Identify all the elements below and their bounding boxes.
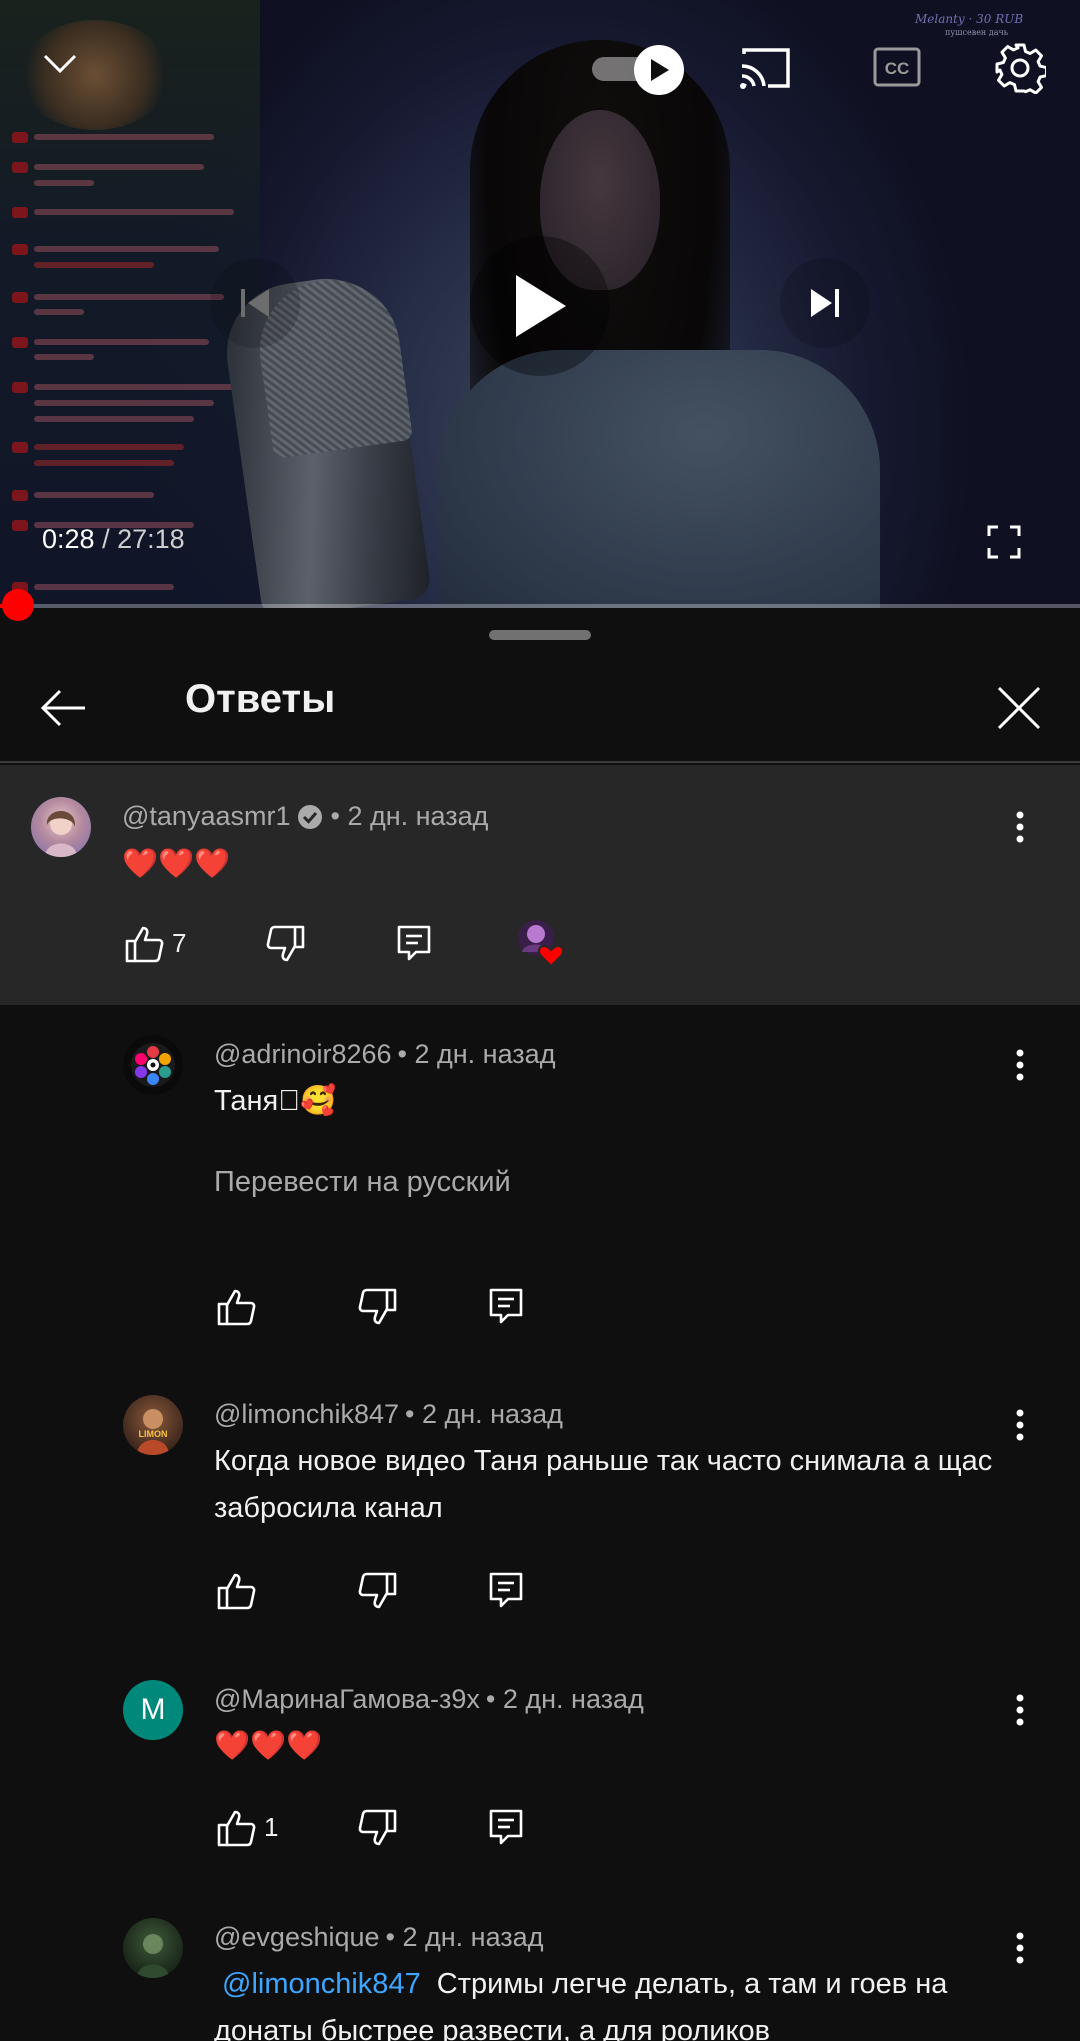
back-arrow-icon[interactable] (36, 681, 90, 735)
avatar[interactable] (123, 1035, 183, 1095)
comment-author[interactable]: @evgeshique (214, 1922, 380, 1953)
drag-handle[interactable] (489, 630, 591, 640)
comment-text: Когда новое видео Таня раньше так часто … (214, 1445, 993, 1524)
comment-author[interactable]: @limonchik847 (214, 1399, 399, 1430)
comment-author[interactable]: @МаринаГамова-з9х (214, 1684, 480, 1715)
fullscreen-icon[interactable] (984, 522, 1024, 562)
comment-time: • 2 дн. назад (405, 1399, 563, 1429)
reply-icon[interactable] (482, 1567, 530, 1615)
captions-icon[interactable]: CC (870, 44, 924, 90)
comment-actions: 1 (212, 1804, 542, 1852)
comment-actions (212, 1283, 542, 1331)
settings-gear-icon[interactable] (992, 40, 1048, 96)
autoplay-toggle[interactable] (592, 45, 684, 95)
next-icon[interactable] (780, 258, 870, 348)
like-icon[interactable] (120, 920, 168, 968)
dislike-icon[interactable] (354, 1804, 402, 1852)
reply-item: M @МаринаГамова-з9х • 2 дн. назад ❤️❤️❤️… (0, 1650, 1080, 1880)
svg-text:LIMON: LIMON (139, 1429, 168, 1439)
comment-actions: 7 (120, 920, 580, 968)
comment-author[interactable]: @tanyaasmr1 (122, 801, 290, 832)
comment-time: • 2 дн. назад (385, 1922, 544, 1952)
avatar[interactable] (123, 1918, 183, 1978)
svg-text:CC: CC (885, 59, 910, 78)
reply-icon[interactable] (482, 1804, 530, 1852)
more-options-icon[interactable] (1000, 1405, 1040, 1445)
verified-check-icon (298, 804, 323, 829)
time-display: 0:28 / 27:18 (42, 524, 185, 554)
progress-scrubber[interactable] (2, 589, 35, 621)
like-count: 1 (264, 1812, 279, 1842)
dislike-icon[interactable] (354, 1567, 402, 1615)
comment-time: • 2 дн. назад (330, 801, 489, 831)
avatar[interactable]: LIMON (123, 1395, 183, 1455)
play-icon (516, 275, 566, 337)
comment-time: • 2 дн. назад (485, 1684, 644, 1714)
cast-icon[interactable] (736, 44, 794, 92)
mention-link[interactable]: @limonchik847 (214, 1968, 429, 2000)
dislike-icon[interactable] (354, 1283, 402, 1331)
close-icon[interactable] (992, 681, 1046, 735)
page-title: Ответы (185, 677, 336, 721)
progress-bar[interactable] (0, 589, 1080, 621)
avatar[interactable]: M (123, 1680, 183, 1740)
reply-item: LIMON @limonchik847 • 2 дн. назад Когда … (0, 1365, 1080, 1635)
replies-header: Ответы (0, 655, 1080, 763)
reply-item: @adrinoir8266 • 2 дн. назад Таня 🥰 Перев… (0, 1005, 1080, 1350)
more-options-icon[interactable] (1000, 1690, 1040, 1730)
play-pause-button[interactable] (470, 236, 610, 376)
comment-text: @limonchik847 Стримы легче делать, а там… (214, 1968, 948, 2041)
dislike-icon[interactable] (262, 920, 310, 968)
more-options-icon[interactable] (1000, 1045, 1040, 1085)
like-count: 7 (172, 928, 187, 958)
comment-text: Таня 🥰 (214, 1085, 337, 1117)
play-icon (651, 59, 669, 81)
comment-text: ❤️❤️❤️ (214, 1730, 323, 1762)
more-options-icon[interactable] (1000, 1928, 1040, 1968)
reply-item: @evgeshique • 2 дн. назад @limonchik847 … (0, 1888, 1080, 2041)
video-watermark: Melanty · 30 RUB пушсевен дачь (915, 12, 1024, 37)
reply-icon[interactable] (482, 1283, 530, 1331)
comment-time: • 2 дн. назад (397, 1039, 556, 1069)
creator-heart-icon (512, 914, 572, 974)
comment-actions (212, 1567, 542, 1615)
like-icon[interactable] (212, 1804, 260, 1852)
avatar[interactable] (31, 797, 91, 857)
more-options-icon[interactable] (1000, 807, 1040, 847)
video-player[interactable]: Melanty · 30 RUB пушсевен дачь CC 0:28 /… (0, 0, 1080, 608)
comment-text: ❤️❤️❤️ (122, 848, 231, 880)
previous-icon[interactable] (210, 258, 300, 348)
parent-comment: @tanyaasmr1 • 2 дн. назад ❤️❤️❤️ 7 (0, 765, 1080, 1005)
comment-author[interactable]: @adrinoir8266 (214, 1039, 392, 1070)
minimize-chevron-icon[interactable] (36, 40, 84, 88)
translate-link[interactable]: Перевести на русский (214, 1166, 511, 1199)
reply-icon[interactable] (390, 920, 438, 968)
like-icon[interactable] (212, 1283, 260, 1331)
like-icon[interactable] (212, 1567, 260, 1615)
